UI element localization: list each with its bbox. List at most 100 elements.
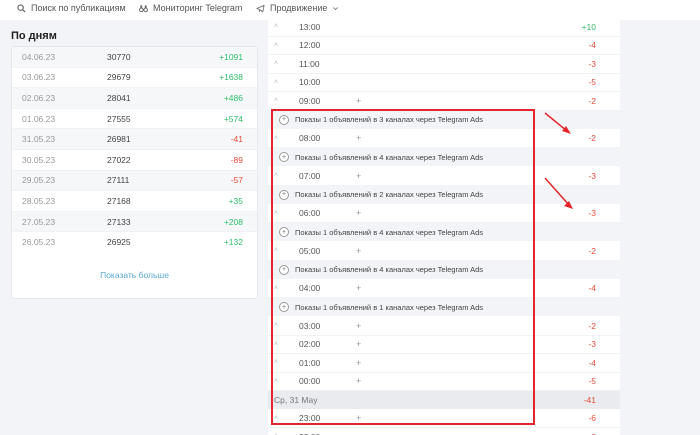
day-date: 29.05.23 (22, 175, 56, 186)
hour-row[interactable]: ˄ 06:00 + -3 (268, 205, 620, 223)
hour-row[interactable]: ˄ 05:00 + -2 (268, 242, 620, 261)
day-date: 03.06.23 (22, 72, 56, 83)
hour-row[interactable]: ˄ 02:00 + -3 (268, 336, 620, 354)
hour-time: 12:00 (299, 40, 321, 51)
ad-event-row: + Показы 1 объявлений в 4 каналах через T… (268, 223, 620, 241)
nav-promotion[interactable]: Продвижение (256, 3, 339, 13)
caret-up-icon[interactable]: ˄ (274, 42, 278, 49)
day-row: 28.05.23 27168 +35 (12, 191, 257, 212)
ad-plus-circle-icon: + (279, 227, 289, 237)
hour-delta: -2 (588, 95, 596, 106)
ad-event-row: + Показы 1 объявлений в 2 каналах через T… (268, 185, 620, 204)
expand-plus-icon[interactable]: + (356, 246, 361, 256)
search-icon (17, 3, 26, 13)
show-more-button[interactable]: Показать больше (12, 252, 257, 298)
day-date: 31.05.23 (22, 134, 56, 145)
ad-event-row: + Показы 1 объявлений в 4 каналах через T… (268, 260, 620, 279)
caret-up-icon[interactable]: ˄ (274, 322, 278, 329)
day-total: 28041 (107, 92, 131, 103)
chevron-down-icon[interactable] (332, 5, 339, 12)
caret-up-icon[interactable]: ˄ (274, 210, 278, 217)
day-date: 28.05.23 (22, 195, 56, 206)
hour-delta: -2 (588, 245, 596, 256)
caret-up-icon[interactable]: ˄ (274, 23, 278, 30)
expand-plus-icon[interactable]: + (356, 321, 361, 331)
day-delta: +486 (223, 92, 243, 103)
caret-up-icon[interactable]: ˄ (274, 415, 278, 422)
ad-event-text: Показы 1 объявлений в 4 каналах через Te… (295, 152, 484, 162)
day-delta: +208 (223, 216, 243, 227)
day-date: 02.06.23 (22, 92, 56, 103)
hour-time: 03:00 (299, 320, 321, 331)
hour-time: 10:00 (299, 77, 321, 88)
day-date: 26.05.23 (22, 237, 56, 248)
hour-time: 07:00 (299, 170, 321, 181)
day-row: 31.05.23 26981 -41 (12, 129, 257, 150)
caret-up-icon[interactable]: ˄ (274, 285, 278, 292)
top-navigation: Поиск по публикациям Мониторинг Telegram… (0, 0, 700, 20)
expand-plus-icon[interactable]: + (356, 171, 361, 181)
ad-event-text: Показы 1 объявлений в 1 каналах через Te… (295, 302, 484, 312)
caret-up-icon[interactable]: ˄ (274, 247, 278, 254)
hour-row[interactable]: ˄ 10:00 -5 (268, 74, 620, 92)
days-table: 04.06.23 30770 +1091 03.06.23 29679 +1638 02.0… (11, 46, 258, 299)
caret-up-icon[interactable]: ˄ (274, 378, 278, 385)
days-section-title: По дням (11, 30, 57, 42)
hour-row[interactable]: ˄22:00-2 (268, 428, 620, 435)
ad-plus-circle-icon: + (279, 302, 289, 312)
caret-up-icon[interactable]: ˄ (274, 172, 278, 179)
day-total: 29679 (107, 72, 131, 83)
expand-plus-icon[interactable]: + (356, 133, 361, 143)
hour-delta: -2 (588, 320, 596, 331)
hour-delta: -5 (588, 376, 596, 387)
hour-row[interactable]: ˄ 00:00 + -5 (268, 373, 620, 391)
ad-event-text: Показы 1 объявлений в 4 каналах через Te… (295, 265, 484, 274)
day-total: 30770 (107, 51, 131, 62)
expand-plus-icon[interactable]: + (356, 283, 361, 293)
caret-up-icon[interactable]: ˄ (274, 359, 278, 366)
hour-row[interactable]: ˄ 03:00 + -2 (268, 317, 620, 336)
expand-plus-icon[interactable]: + (356, 376, 361, 386)
hour-row[interactable]: ˄ 08:00 + -2 (268, 130, 620, 148)
hour-row[interactable]: ˄ 13:00 +10 (268, 20, 620, 37)
hour-delta: -6 (588, 413, 596, 424)
hour-delta: -3 (588, 58, 596, 69)
hour-delta: -2 (588, 133, 596, 144)
day-total: 26981 (107, 134, 131, 145)
expand-plus-icon[interactable]: + (356, 339, 361, 349)
expand-plus-icon[interactable]: + (356, 208, 361, 218)
date-row[interactable]: Ср, 31 May -41 (268, 391, 620, 409)
hourly-panel: ˄ 13:00 +10 ˄ 12:00 -4 ˄ 11:00 -3 ˄ 10:00 -5 ˄ 09:00 +… (268, 20, 620, 435)
hour-row[interactable]: ˄ 11:00 -3 (268, 55, 620, 74)
hour-row[interactable]: ˄ 09:00 + -2 (268, 92, 620, 111)
caret-up-icon[interactable]: ˄ (274, 341, 278, 348)
hour-row[interactable]: ˄ 12:00 -4 (268, 37, 620, 55)
hour-time: 13:00 (299, 21, 321, 32)
caret-up-icon[interactable]: ˄ (274, 60, 278, 67)
day-date: 04.06.23 (22, 51, 56, 62)
expand-plus-icon[interactable]: + (356, 413, 361, 423)
day-row: 29.05.23 27111 -57 (12, 170, 257, 192)
hour-row[interactable]: ˄ 07:00 + -3 (268, 167, 620, 186)
hour-row[interactable]: ˄ 01:00 + -4 (268, 354, 620, 373)
expand-plus-icon[interactable]: + (356, 96, 361, 106)
day-delta: +1638 (219, 72, 243, 83)
hour-row[interactable]: ˄ 04:00 + -4 (268, 280, 620, 298)
day-delta: -89 (230, 154, 243, 165)
nav-monitoring-label: Мониторинг Telegram (153, 3, 243, 13)
nav-monitoring-telegram[interactable]: Мониторинг Telegram (139, 3, 242, 13)
hour-row[interactable]: ˄ 23:00 + -6 (268, 410, 620, 428)
caret-up-icon[interactable]: ˄ (274, 79, 278, 86)
hour-time: 01:00 (299, 357, 321, 368)
day-date: 27.05.23 (22, 216, 56, 227)
caret-up-icon[interactable]: ˄ (274, 135, 278, 142)
day-delta: +574 (223, 113, 243, 124)
nav-promotion-label: Продвижение (270, 3, 328, 13)
day-total: 27111 (107, 175, 130, 186)
nav-search-publications[interactable]: Поиск по публикациям (17, 3, 126, 13)
ad-plus-circle-icon: + (279, 114, 289, 125)
hour-delta: -3 (588, 339, 596, 350)
ad-plus-circle-icon: + (279, 264, 289, 275)
expand-plus-icon[interactable]: + (356, 358, 361, 368)
caret-up-icon[interactable]: ˄ (274, 97, 278, 104)
